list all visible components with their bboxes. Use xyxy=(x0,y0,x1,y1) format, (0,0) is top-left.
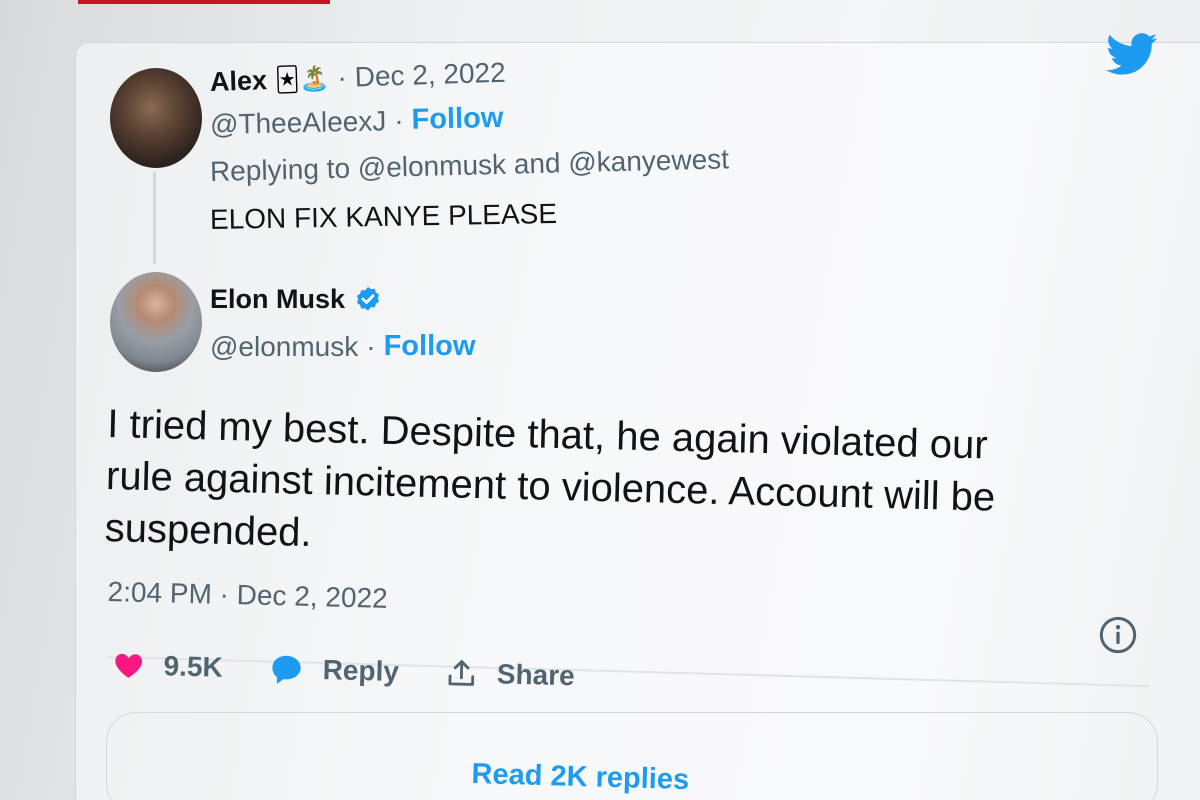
twitter-bird-icon[interactable] xyxy=(1100,28,1164,80)
alex-tweet-date[interactable]: Dec 2, 2022 xyxy=(354,57,506,94)
screen: Alex 🃏🏝️ · Dec 2, 2022 @TheeAleexJ · Fol… xyxy=(0,0,1200,800)
elon-handle[interactable]: @elonmusk xyxy=(210,331,358,363)
share-upload-icon xyxy=(448,660,475,686)
alex-handle[interactable]: @TheeAleexJ xyxy=(210,105,387,141)
reply-bubble-icon xyxy=(272,655,301,684)
share-label: Share xyxy=(496,658,576,692)
top-accent-bar xyxy=(78,0,330,4)
separator-dot: · xyxy=(393,104,404,136)
elon-display-name[interactable]: Elon Musk xyxy=(210,284,345,315)
separator-dot: · xyxy=(366,330,376,362)
follow-elon-button[interactable]: Follow xyxy=(384,330,476,363)
verified-badge-icon xyxy=(357,286,380,311)
reply-action[interactable]: Reply xyxy=(268,652,399,689)
like-count: 9.5K xyxy=(163,650,224,683)
separator-dot: · xyxy=(336,61,348,93)
elon-tweet-text: I tried my best. Despite that, he again … xyxy=(104,398,1118,579)
alex-handle-row: @TheeAleexJ · Follow xyxy=(210,102,504,141)
tweet-timestamp[interactable]: 2:04 PM · Dec 2, 2022 xyxy=(107,576,388,615)
alex-display-name[interactable]: Alex xyxy=(210,65,268,98)
like-action[interactable]: 9.5K xyxy=(111,649,223,684)
elon-avatar[interactable] xyxy=(110,272,202,372)
info-icon[interactable] xyxy=(1098,615,1138,655)
share-action[interactable]: Share xyxy=(444,656,575,693)
follow-alex-button[interactable]: Follow xyxy=(411,102,503,137)
alex-tweet-text: ELON FIX KANYE PLEASE xyxy=(209,197,558,235)
reply-label: Reply xyxy=(322,654,400,688)
thread-connector-line xyxy=(153,172,156,264)
heart-icon xyxy=(115,653,143,678)
elon-header-row: Elon Musk xyxy=(210,284,383,315)
alex-avatar[interactable] xyxy=(110,68,202,168)
elon-handle-row: @elonmusk · Follow xyxy=(210,330,475,363)
read-replies-label[interactable]: Read 2K replies xyxy=(471,758,689,797)
alex-name-emojis: 🃏🏝️ xyxy=(274,64,330,94)
